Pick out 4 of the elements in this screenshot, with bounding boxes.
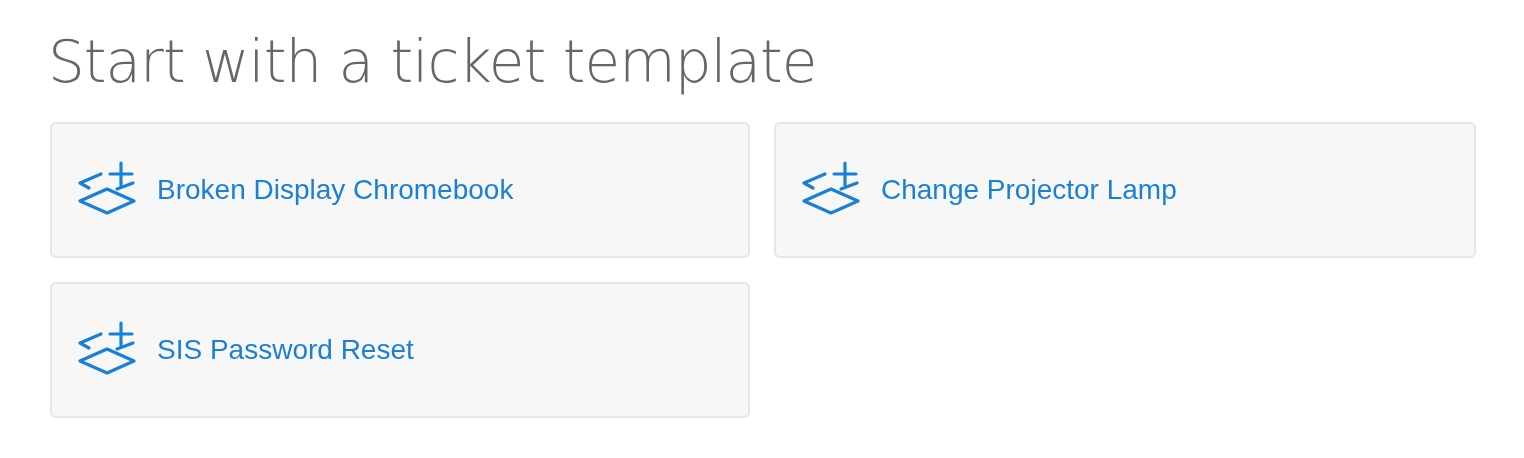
template-card[interactable]: SIS Password Reset	[50, 282, 750, 418]
template-card[interactable]: Change Projector Lamp	[774, 122, 1476, 258]
section-heading: Start with a ticket template	[48, 27, 818, 98]
template-card[interactable]: Broken Display Chromebook	[50, 122, 750, 258]
